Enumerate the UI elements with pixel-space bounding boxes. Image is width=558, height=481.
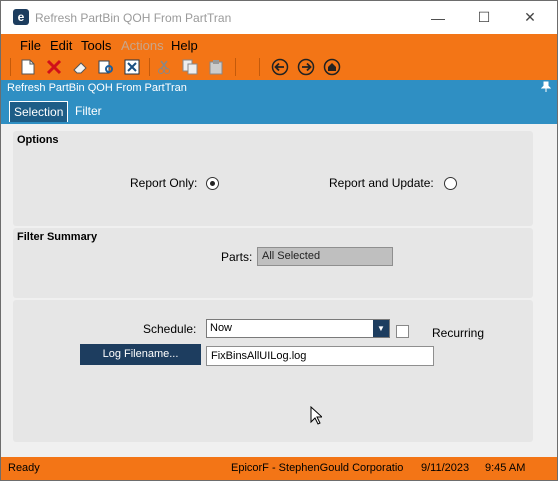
schedule-label: Schedule: (143, 322, 197, 336)
print-preview-icon[interactable] (97, 58, 115, 76)
status-bar: Ready EpicorF - StephenGould Corporatio … (1, 457, 557, 480)
toolbar-separator (10, 58, 11, 76)
status-date: 9/11/2023 (421, 462, 470, 474)
status-company: EpicorF - StephenGould Corporatio (231, 462, 404, 474)
tab-filter[interactable]: Filter (71, 101, 106, 122)
tab-bar: Selection Filter (1, 98, 557, 124)
report-only-label: Report Only: (130, 176, 198, 190)
forward-icon[interactable] (297, 58, 315, 76)
close-button[interactable]: ✕ (507, 1, 553, 34)
pin-icon[interactable] (540, 81, 552, 95)
app-window: e Refresh PartBin QOH From PartTran — ☐ … (0, 0, 558, 481)
filter-summary-panel: Filter Summary Parts: All Selected (13, 228, 533, 298)
toolbar-separator (235, 58, 236, 76)
menu-actions[interactable]: Actions (121, 38, 164, 53)
form-title: Refresh PartBin QOH From PartTran (7, 82, 187, 94)
back-icon[interactable] (271, 58, 289, 76)
menu-file[interactable]: File (20, 38, 41, 53)
status-time: 9:45 AM (485, 462, 526, 474)
parts-field: All Selected (257, 247, 393, 266)
title-bar: e Refresh PartBin QOH From PartTran — ☐ … (1, 1, 557, 34)
report-only-radio[interactable] (206, 177, 219, 190)
options-title: Options (17, 134, 59, 146)
options-panel: Options Report Only: Report and Update: (13, 131, 533, 226)
generate-icon[interactable] (123, 58, 141, 76)
chevron-down-icon[interactable]: ▼ (373, 320, 389, 337)
content-area: Options Report Only: Report and Update: … (1, 124, 557, 457)
schedule-select[interactable]: Now ▼ (206, 319, 390, 338)
recurring-label: Recurring (432, 326, 485, 340)
menu-help[interactable]: Help (171, 38, 198, 53)
recurring-checkbox[interactable] (396, 325, 409, 338)
tab-selection[interactable]: Selection (9, 101, 69, 122)
report-update-label: Report and Update: (329, 176, 434, 190)
parts-label: Parts: (221, 250, 253, 264)
menu-tools[interactable]: Tools (81, 38, 111, 53)
minimize-button[interactable]: — (415, 1, 461, 34)
cut-icon[interactable] (155, 58, 173, 76)
status-state: Ready (8, 462, 40, 474)
new-doc-icon[interactable] (19, 58, 37, 76)
report-update-radio[interactable] (444, 177, 457, 190)
window-title: Refresh PartBin QOH From PartTran (35, 11, 232, 25)
log-filename-input[interactable]: FixBinsAllUILog.log (206, 346, 434, 366)
paste-icon[interactable] (207, 58, 225, 76)
delete-x-icon[interactable] (45, 58, 63, 76)
menu-bar: File Edit Tools Actions Help (1, 34, 557, 80)
schedule-panel: Schedule: Now ▼ Recurring Log Filename..… (13, 300, 533, 442)
mouse-cursor-icon (310, 405, 324, 428)
eraser-icon[interactable] (71, 58, 89, 76)
schedule-select-value: Now (210, 322, 233, 334)
menu-edit[interactable]: Edit (50, 38, 72, 53)
filter-summary-title: Filter Summary (17, 231, 98, 243)
maximize-button[interactable]: ☐ (461, 1, 507, 34)
form-header: Refresh PartBin QOH From PartTran (1, 80, 557, 98)
toolbar-separator (149, 58, 150, 76)
epicor-app-icon: e (13, 9, 29, 25)
copy-icon[interactable] (181, 58, 199, 76)
log-filename-button[interactable]: Log Filename... (80, 344, 201, 365)
toolbar-separator (259, 58, 260, 76)
home-icon[interactable] (323, 58, 341, 76)
